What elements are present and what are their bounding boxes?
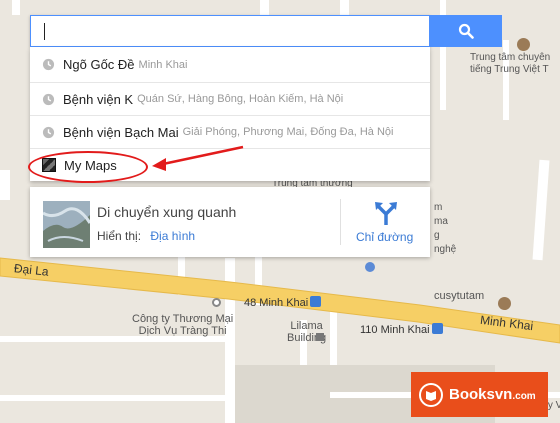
map-label-bus-48: 48 Minh Khai bbox=[244, 297, 309, 309]
suggestion-main: Bệnh viện K bbox=[63, 91, 134, 107]
terrain-thumbnail[interactable] bbox=[43, 201, 90, 248]
directions-button[interactable]: Chỉ đường bbox=[356, 230, 413, 244]
suggestion-item[interactable]: Bệnh viện Bạch Mai Giải Phóng, Phương Ma… bbox=[30, 115, 430, 148]
poi-marker-icon bbox=[212, 298, 221, 307]
watermark-suffix: .com bbox=[512, 390, 536, 402]
suggestion-sub: Quán Sứ, Hàng Bông, Hoàn Kiếm, Hà Nội bbox=[137, 93, 344, 105]
map-label-partial-g: g bbox=[434, 230, 440, 241]
suggestion-item[interactable]: Bệnh viện K Quán Sứ, Hàng Bông, Hoàn Kiế… bbox=[30, 82, 430, 115]
directions-icon[interactable] bbox=[375, 202, 397, 226]
school-icon bbox=[517, 38, 530, 51]
school-icon bbox=[498, 297, 511, 310]
clock-icon bbox=[42, 126, 55, 138]
explore-card: Di chuyển xung quanh Hiển thị: Địa hình … bbox=[30, 187, 430, 257]
book-logo-icon bbox=[419, 382, 443, 407]
suggestion-sub: Minh Khai bbox=[138, 58, 188, 71]
bus-stop-icon bbox=[432, 323, 443, 334]
suggestion-item[interactable]: Ngõ Gốc Đề Minh Khai bbox=[30, 47, 430, 82]
map-label-company: Công ty Thương Mại Dịch Vụ Tràng Thi bbox=[132, 313, 234, 337]
map-label-cusytutam: cusytutam bbox=[434, 290, 485, 302]
search-box[interactable] bbox=[30, 15, 430, 47]
view-label: Hiển thị: bbox=[97, 229, 142, 243]
view-row: Hiển thị: Địa hình bbox=[97, 229, 195, 243]
map-label-school: Trung tâm chuyên tiếng Trung Việt T bbox=[470, 52, 551, 75]
shop-icon bbox=[365, 262, 375, 272]
watermark-logo: Booksvn .com bbox=[411, 372, 548, 417]
suggestion-sub: Giải Phóng, Phương Mai, Đống Đa, Hà Nội bbox=[182, 126, 394, 138]
watermark-brand: Booksvn bbox=[449, 386, 513, 403]
card-divider bbox=[340, 199, 341, 245]
annotation-ellipse bbox=[28, 151, 148, 183]
text-caret bbox=[44, 23, 45, 40]
search-icon bbox=[458, 23, 474, 39]
explore-title: Di chuyển xung quanh bbox=[97, 204, 237, 220]
search-button[interactable] bbox=[430, 15, 502, 47]
clock-icon bbox=[42, 58, 55, 71]
map-label-partial-m: m bbox=[434, 202, 443, 213]
map-label-partial-ma: ma bbox=[434, 216, 448, 227]
suggestion-main: Bệnh viện Bạch Mai bbox=[63, 124, 179, 140]
search-input[interactable] bbox=[39, 22, 423, 42]
clock-icon bbox=[42, 93, 55, 105]
building-icon bbox=[316, 333, 324, 341]
bus-stop-icon bbox=[310, 296, 321, 307]
map-label-partial-nghe: nghệ bbox=[434, 244, 457, 255]
terrain-link[interactable]: Địa hình bbox=[150, 229, 195, 243]
suggestion-main: Ngõ Gốc Đề bbox=[63, 57, 135, 72]
map-label-bus-110: 110 Minh Khai bbox=[360, 324, 430, 336]
